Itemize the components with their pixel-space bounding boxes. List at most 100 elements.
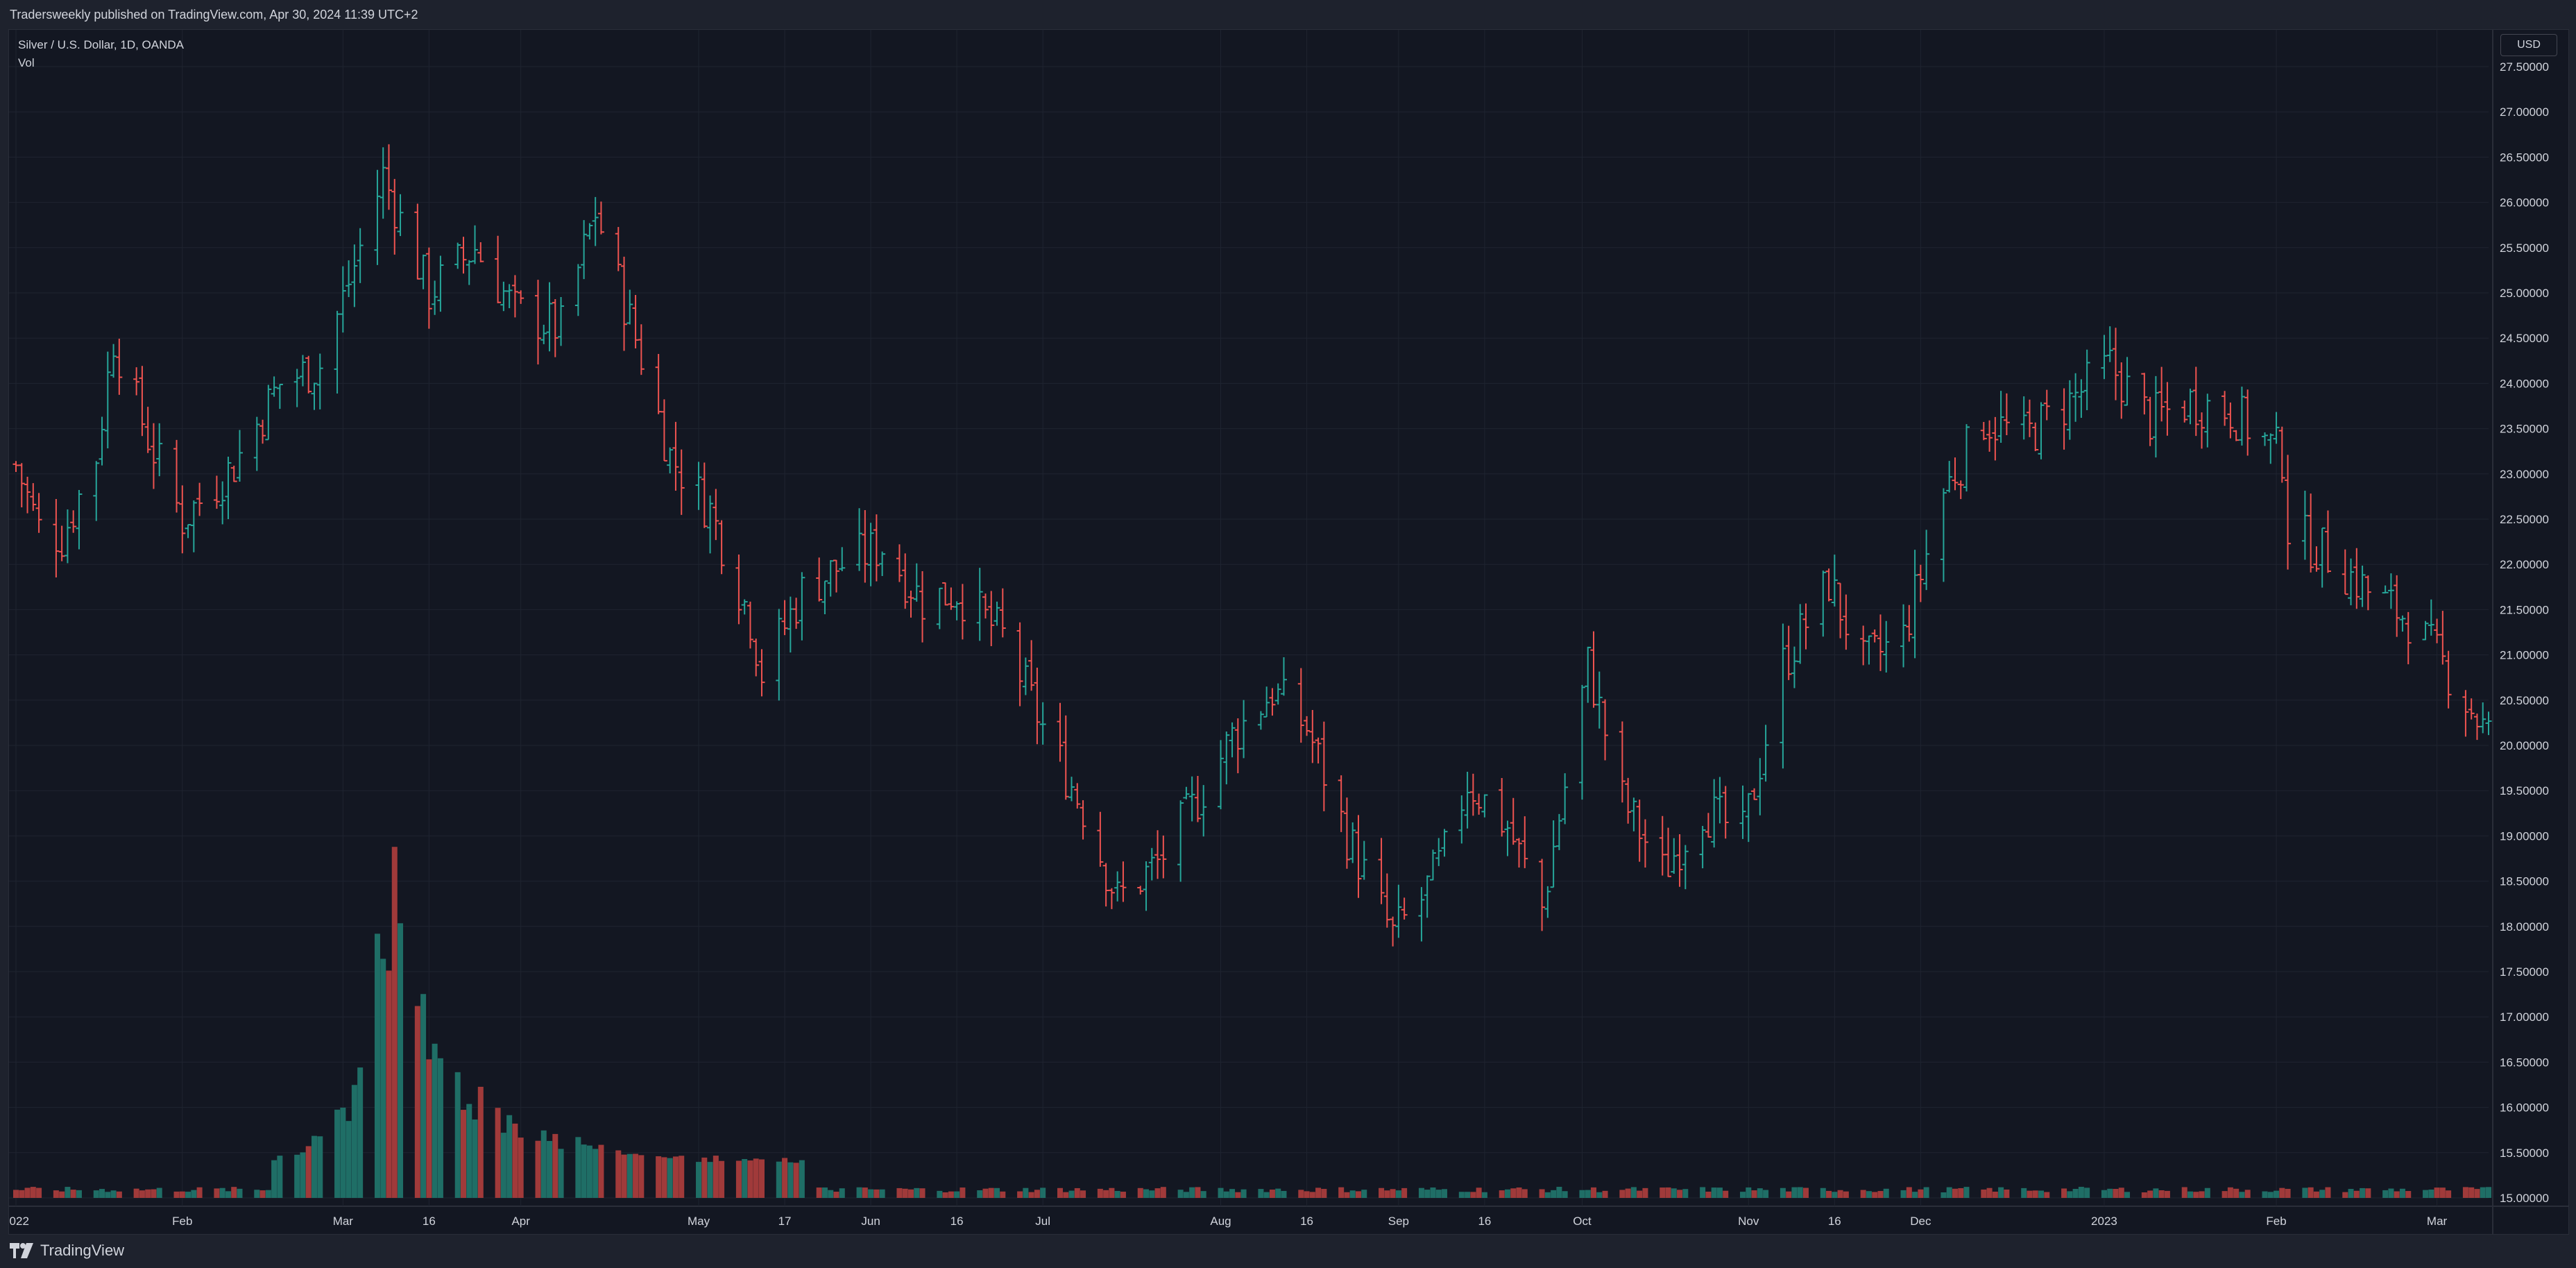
- ohlc-bar: [718, 520, 725, 575]
- ohlc-bar: [93, 461, 100, 521]
- volume-bar: [357, 1067, 364, 1198]
- ohlc-bar: [707, 495, 714, 554]
- ohlc-bar: [1636, 800, 1643, 862]
- volume-bar: [437, 1058, 443, 1198]
- volume-bar: [1263, 1192, 1270, 1198]
- ohlc-bar: [552, 299, 558, 357]
- volume-bar: [1189, 1187, 1195, 1198]
- volume-bar: [1321, 1189, 1327, 1198]
- volume-bar: [2308, 1187, 2314, 1198]
- volume-bar: [1200, 1191, 1206, 1198]
- volume-bar: [24, 1187, 31, 1198]
- ohlc-bar: [1877, 614, 1884, 671]
- ohlc-bar: [793, 598, 800, 629]
- volume-bar: [1143, 1189, 1150, 1198]
- volume-bar: [540, 1130, 547, 1198]
- volume-bar: [2193, 1192, 2199, 1198]
- volume-bar: [988, 1187, 994, 1198]
- volume-bar: [2072, 1188, 2079, 1198]
- ohlc-bar: [2473, 713, 2480, 741]
- volume-bar: [1716, 1187, 1723, 1198]
- ohlc-bar: [432, 280, 438, 315]
- volume-bar: [2439, 1187, 2446, 1198]
- volume-bar: [1826, 1190, 1832, 1198]
- ohlc-bar: [305, 355, 312, 394]
- volume-bar: [2474, 1189, 2480, 1198]
- ohlc-bar: [758, 649, 765, 697]
- ohlc-bar: [1028, 640, 1035, 691]
- volume-bar: [2153, 1188, 2159, 1198]
- volume-bar: [1992, 1191, 1998, 1198]
- volume-bar: [919, 1188, 926, 1198]
- volume-bar: [2021, 1187, 2027, 1198]
- tradingview-brand[interactable]: TradingView: [10, 1242, 124, 1260]
- volume-bar: [145, 1189, 151, 1198]
- volume-bar: [626, 1153, 633, 1198]
- volume-bar: [133, 1188, 139, 1198]
- date-tick-label: 2023: [2091, 1215, 2117, 1228]
- volume-bar: [420, 994, 427, 1198]
- ohlc-bar: [1183, 786, 1190, 800]
- ohlc-bar: [1338, 775, 1345, 832]
- volume-bar: [787, 1162, 794, 1198]
- ohlc-bar: [2485, 711, 2492, 736]
- chart-pane[interactable]: 27.50000 27.00000 26.50000 26.00000 25.50000…: [8, 29, 2569, 1235]
- volume-bar: [914, 1187, 920, 1198]
- volume-indicator-label[interactable]: Vol: [18, 54, 184, 72]
- ohlc-bar: [64, 509, 71, 564]
- ohlc-bar: [1481, 794, 1488, 818]
- volume-bar: [2107, 1188, 2113, 1198]
- ohlc-bar: [1906, 605, 1913, 642]
- publish-info: Tradersweekly published on TradingView.c…: [10, 8, 418, 22]
- ohlc-bar: [1630, 797, 1637, 831]
- ohlc-bar: [2278, 426, 2285, 483]
- volume-bar: [799, 1160, 805, 1198]
- ohlc-bar: [1602, 699, 1609, 761]
- ohlc-bar: [316, 353, 323, 409]
- ohlc-bar: [420, 254, 427, 289]
- volume-bar: [2279, 1187, 2285, 1198]
- volume-bar: [1499, 1190, 1505, 1198]
- volume-bar: [1551, 1190, 1557, 1198]
- ohlc-bar: [351, 244, 358, 307]
- volume-bar: [1258, 1189, 1264, 1198]
- volume-bar: [1562, 1191, 1568, 1198]
- currency-button[interactable]: USD: [2500, 34, 2557, 56]
- volume-bar: [518, 1138, 524, 1198]
- volume-bar: [1900, 1190, 1907, 1198]
- volume-bar: [535, 1140, 541, 1198]
- ohlc-bar: [385, 144, 392, 210]
- volume-bar: [1458, 1192, 1465, 1198]
- ohlc-bar: [1234, 718, 1241, 774]
- volume-bar: [1963, 1187, 1970, 1198]
- volume-bar: [2302, 1187, 2308, 1198]
- volume-bar: [2486, 1187, 2491, 1198]
- volume-bar: [76, 1190, 82, 1198]
- ohlc-bar: [1641, 819, 1648, 868]
- ohlc-bar: [735, 554, 742, 625]
- ohlc-bar: [1504, 820, 1511, 856]
- volume-bar: [1298, 1190, 1304, 1198]
- price-chart[interactable]: 27.50000 27.00000 26.50000 26.00000 25.50000…: [9, 30, 2568, 1234]
- volume-bar: [460, 1110, 466, 1198]
- ohlc-bar: [672, 421, 679, 491]
- volume-bar: [2141, 1192, 2147, 1198]
- volume-bar: [1114, 1190, 1120, 1198]
- volume-bar: [317, 1136, 323, 1198]
- ohlc-bar: [1711, 779, 1718, 848]
- volume-bar: [1746, 1187, 1752, 1198]
- volume-bar: [1390, 1189, 1396, 1198]
- volume-bar: [1269, 1190, 1275, 1198]
- volume-bar: [1177, 1190, 1184, 1198]
- volume-bar: [1981, 1189, 1987, 1198]
- volume-bar: [2239, 1192, 2245, 1198]
- ohlc-bar: [2152, 375, 2159, 458]
- ohlc-bar: [2072, 373, 2079, 422]
- volume-bar: [506, 1115, 513, 1198]
- ohlc-bar: [597, 201, 604, 235]
- ohlc-bar: [1177, 800, 1184, 882]
- volume-bar: [1470, 1192, 1476, 1198]
- ohlc-bar: [896, 544, 903, 582]
- volume-bar: [638, 1155, 645, 1198]
- volume-bar: [1109, 1187, 1115, 1198]
